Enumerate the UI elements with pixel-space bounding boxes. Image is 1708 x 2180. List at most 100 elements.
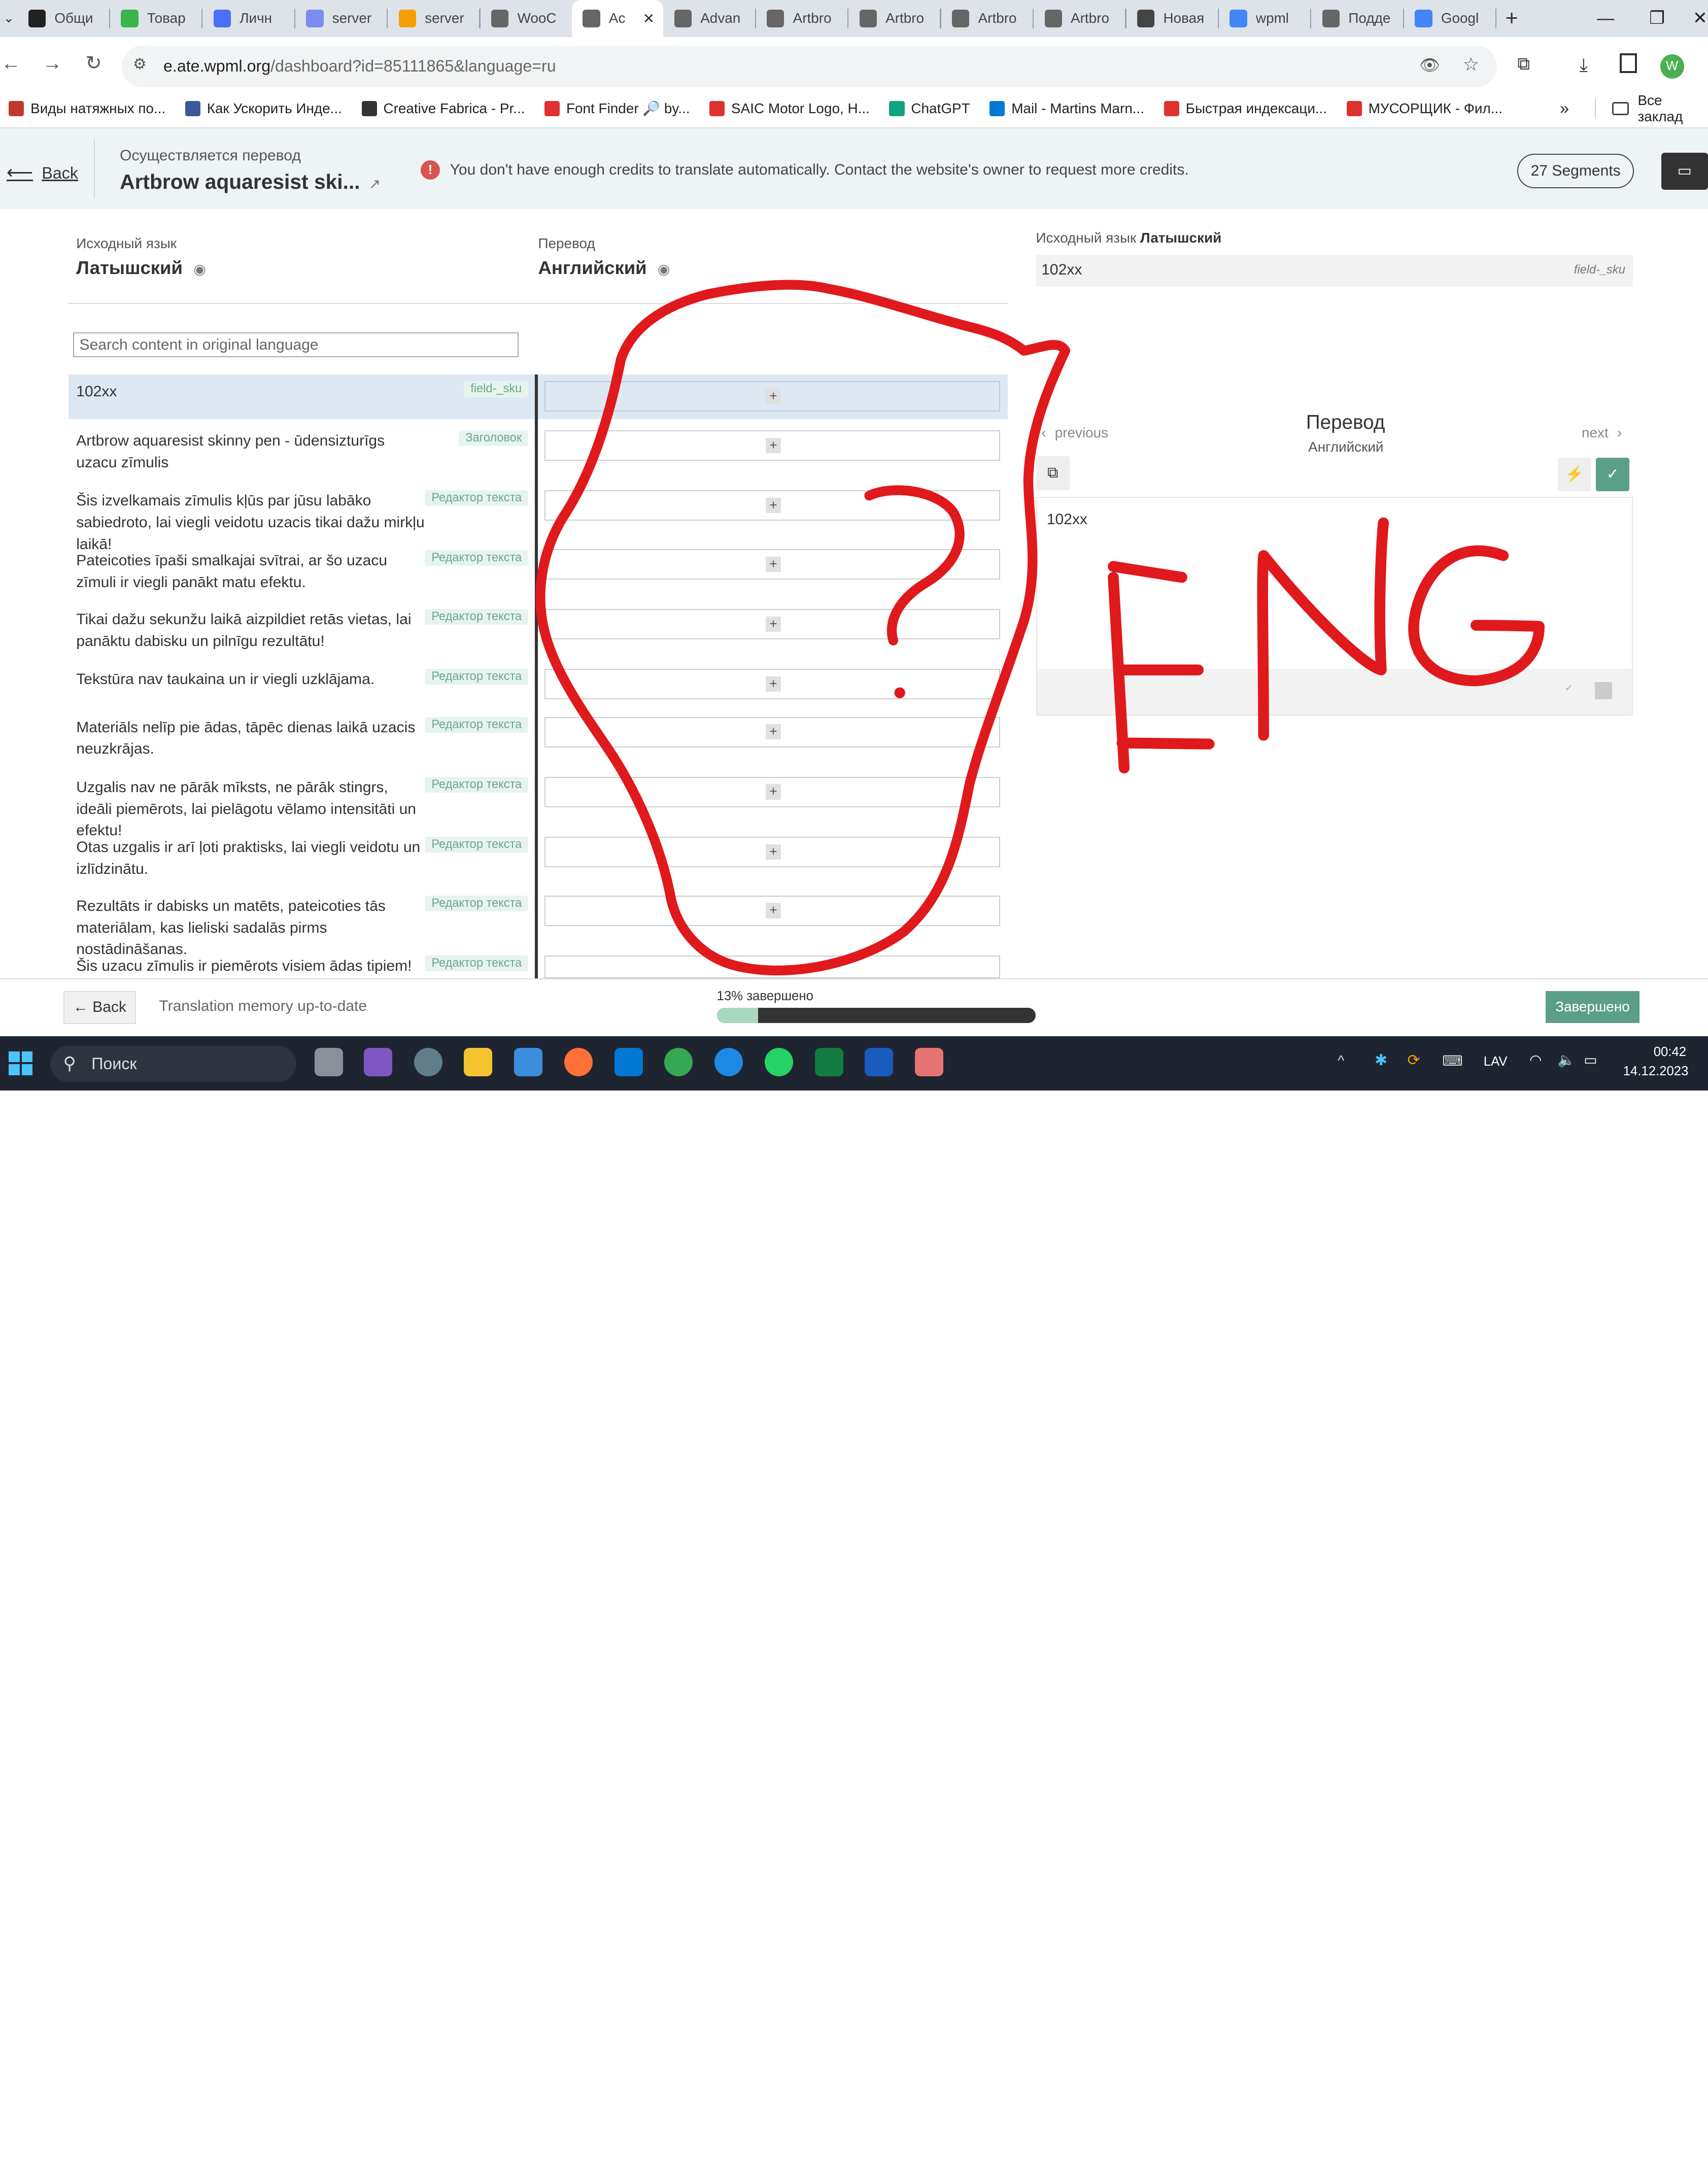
add-translation-icon[interactable]: +: [765, 903, 781, 918]
segment-row[interactable]: 102xx field-_sku +: [69, 374, 1008, 420]
browser-tab[interactable]: Личн: [202, 0, 294, 37]
tray-chevron-icon[interactable]: ^: [1338, 1052, 1344, 1069]
segment-row[interactable]: Uzgalis nav ne pārāk mīksts, ne pārāk st…: [69, 770, 1007, 839]
auto-translate-button[interactable]: ⚡: [1557, 457, 1592, 492]
segment-translation-box[interactable]: +: [544, 836, 1000, 867]
segment-translation-box[interactable]: +: [544, 381, 1000, 412]
chrome-icon[interactable]: [664, 1048, 693, 1076]
glossary-icon[interactable]: [1594, 682, 1613, 700]
bookmark-item[interactable]: Быстрая индексаци...: [1164, 100, 1327, 117]
segment-translation-box[interactable]: +: [544, 549, 1000, 580]
bookmarks-overflow-icon[interactable]: »: [1560, 99, 1569, 118]
bookmark-item[interactable]: Как Ускорить Инде...: [185, 100, 342, 117]
start-icon[interactable]: [9, 1051, 33, 1075]
search-input[interactable]: Search content in original language: [73, 332, 519, 358]
snipping-tool-icon[interactable]: [915, 1048, 944, 1076]
add-translation-icon[interactable]: +: [765, 616, 781, 632]
chat-button[interactable]: ▭: [1661, 152, 1708, 190]
segment-translation-box[interactable]: +: [544, 776, 1000, 807]
bookmark-item[interactable]: МУСОРЩИК - Фил...: [1346, 100, 1502, 117]
add-translation-icon[interactable]: +: [765, 437, 781, 453]
segment-row[interactable]: Rezultāts ir dabisks un matēts, pateicot…: [69, 889, 1007, 958]
bookmark-item[interactable]: Mail - Martins Marn...: [989, 100, 1144, 117]
browser-tab[interactable]: server: [388, 0, 479, 37]
confirm-button[interactable]: ✓: [1595, 457, 1630, 492]
forward-arrow-icon[interactable]: →: [32, 52, 72, 75]
add-translation-icon[interactable]: +: [765, 556, 781, 572]
external-link-icon[interactable]: ↗: [369, 176, 381, 192]
segment-translation-box[interactable]: +: [544, 490, 1000, 521]
edge-icon[interactable]: [714, 1048, 743, 1076]
complete-button[interactable]: Завершено: [1546, 991, 1639, 1023]
browser-tab[interactable]: Ac ✕: [571, 0, 664, 37]
battery-icon[interactable]: ▭: [1584, 1051, 1597, 1068]
keyboard-icon[interactable]: ⌨: [1442, 1052, 1462, 1069]
bookmark-item[interactable]: Creative Fabrica - Pr...: [361, 100, 525, 117]
browser-tab[interactable]: Товар: [110, 0, 201, 37]
add-translation-icon[interactable]: +: [765, 784, 781, 800]
download-icon[interactable]: ⤓: [1580, 54, 1588, 76]
footer-back-button[interactable]: ← Back: [63, 991, 136, 1024]
tab-search-icon[interactable]: ⌄: [0, 11, 17, 26]
address-bar[interactable]: ⚙ e.ate.wpml.org/dashboard?id=85111865&l…: [122, 46, 1497, 87]
add-translation-icon[interactable]: +: [765, 724, 781, 740]
add-translation-icon[interactable]: +: [765, 389, 781, 404]
bookmark-item[interactable]: ChatGPT: [889, 100, 970, 117]
segment-translation-box[interactable]: +: [544, 609, 1000, 640]
input-language[interactable]: LAV: [1484, 1054, 1508, 1069]
next-button[interactable]: next ›: [1582, 425, 1622, 441]
translation-editor[interactable]: 102xx ✓: [1036, 496, 1633, 716]
new-tab-icon[interactable]: +: [1505, 6, 1518, 31]
eye-slash-icon[interactable]: ◉: [658, 261, 670, 277]
segment-row[interactable]: Materiāls nelīp pie ādas, tāpēc dienas l…: [69, 710, 1007, 765]
segment-translation-box[interactable]: +: [544, 669, 1000, 700]
excel-icon[interactable]: [814, 1048, 843, 1076]
segment-row[interactable]: Artbrow aquaresist skinny pen - ūdensizt…: [69, 424, 1007, 478]
firefox-icon[interactable]: [564, 1048, 593, 1076]
segment-row[interactable]: Šis izvelkamais zīmulis kļūs par jūsu la…: [69, 484, 1007, 553]
restore-icon[interactable]: ❐: [1649, 0, 1665, 37]
file-explorer-icon[interactable]: [464, 1048, 493, 1076]
segment-row[interactable]: Tekstūra nav taukaina un ir viegli uzklā…: [69, 662, 1007, 706]
eye-slash-icon[interactable]: ◉: [193, 261, 206, 277]
side-panel-icon[interactable]: [1620, 53, 1637, 73]
outlook-icon[interactable]: [614, 1048, 643, 1076]
task-view-icon[interactable]: [315, 1048, 344, 1076]
segment-row[interactable]: Otas uzgalis ir arī ļoti praktisks, lai …: [69, 830, 1007, 884]
eye-off-icon[interactable]: 👁: [1419, 55, 1440, 75]
segment-translation-box[interactable]: [544, 955, 1000, 978]
add-translation-icon[interactable]: +: [765, 497, 781, 513]
settings-icon[interactable]: [414, 1048, 442, 1076]
bluetooth-icon[interactable]: ✱: [1375, 1051, 1387, 1069]
close-tab-icon[interactable]: ✕: [643, 10, 655, 27]
word-icon[interactable]: [865, 1048, 894, 1076]
add-translation-icon[interactable]: +: [765, 676, 781, 692]
browser-tab[interactable]: Новая: [1126, 0, 1218, 37]
browser-tab[interactable]: Artbro: [756, 0, 847, 37]
bookmark-star-icon[interactable]: ☆: [1462, 53, 1479, 75]
minimize-icon[interactable]: —: [1597, 0, 1614, 37]
segments-button[interactable]: 27 Segments: [1517, 153, 1634, 189]
profile-avatar[interactable]: W: [1660, 54, 1684, 79]
browser-tab[interactable]: Artbro: [848, 0, 940, 37]
spellcheck-icon[interactable]: ✓: [1565, 682, 1573, 694]
widgets-icon[interactable]: [363, 1048, 392, 1076]
browser-tab[interactable]: Advan: [663, 0, 755, 37]
segment-row[interactable]: Pateicoties īpaši smalkajai svītrai, ar …: [69, 543, 1007, 598]
clock-date[interactable]: 14.12.2023: [1623, 1064, 1689, 1079]
browser-tab[interactable]: Общи: [17, 0, 109, 37]
copy-source-button[interactable]: ⧉: [1036, 456, 1070, 490]
segment-row[interactable]: Tikai dažu sekunžu laikā aizpildiet retā…: [69, 602, 1007, 657]
extensions-icon[interactable]: ⧉: [1517, 54, 1530, 74]
volume-icon[interactable]: 🔈: [1558, 1051, 1576, 1068]
all-bookmarks[interactable]: Все заклад: [1612, 92, 1708, 125]
header-back-link[interactable]: ⟵ Back: [7, 161, 78, 183]
whatsapp-icon[interactable]: [764, 1048, 793, 1076]
bookmark-item[interactable]: Виды натяжных по...: [9, 100, 165, 117]
sync-icon[interactable]: ⟳: [1408, 1051, 1420, 1069]
browser-tab[interactable]: wpml: [1219, 0, 1310, 37]
site-info-icon[interactable]: ⚙: [133, 55, 147, 73]
browser-tab[interactable]: Artbro: [1034, 0, 1125, 37]
bookmark-item[interactable]: Font Finder 🔎 by...: [544, 100, 690, 117]
browser-tab[interactable]: WooC: [481, 0, 572, 37]
